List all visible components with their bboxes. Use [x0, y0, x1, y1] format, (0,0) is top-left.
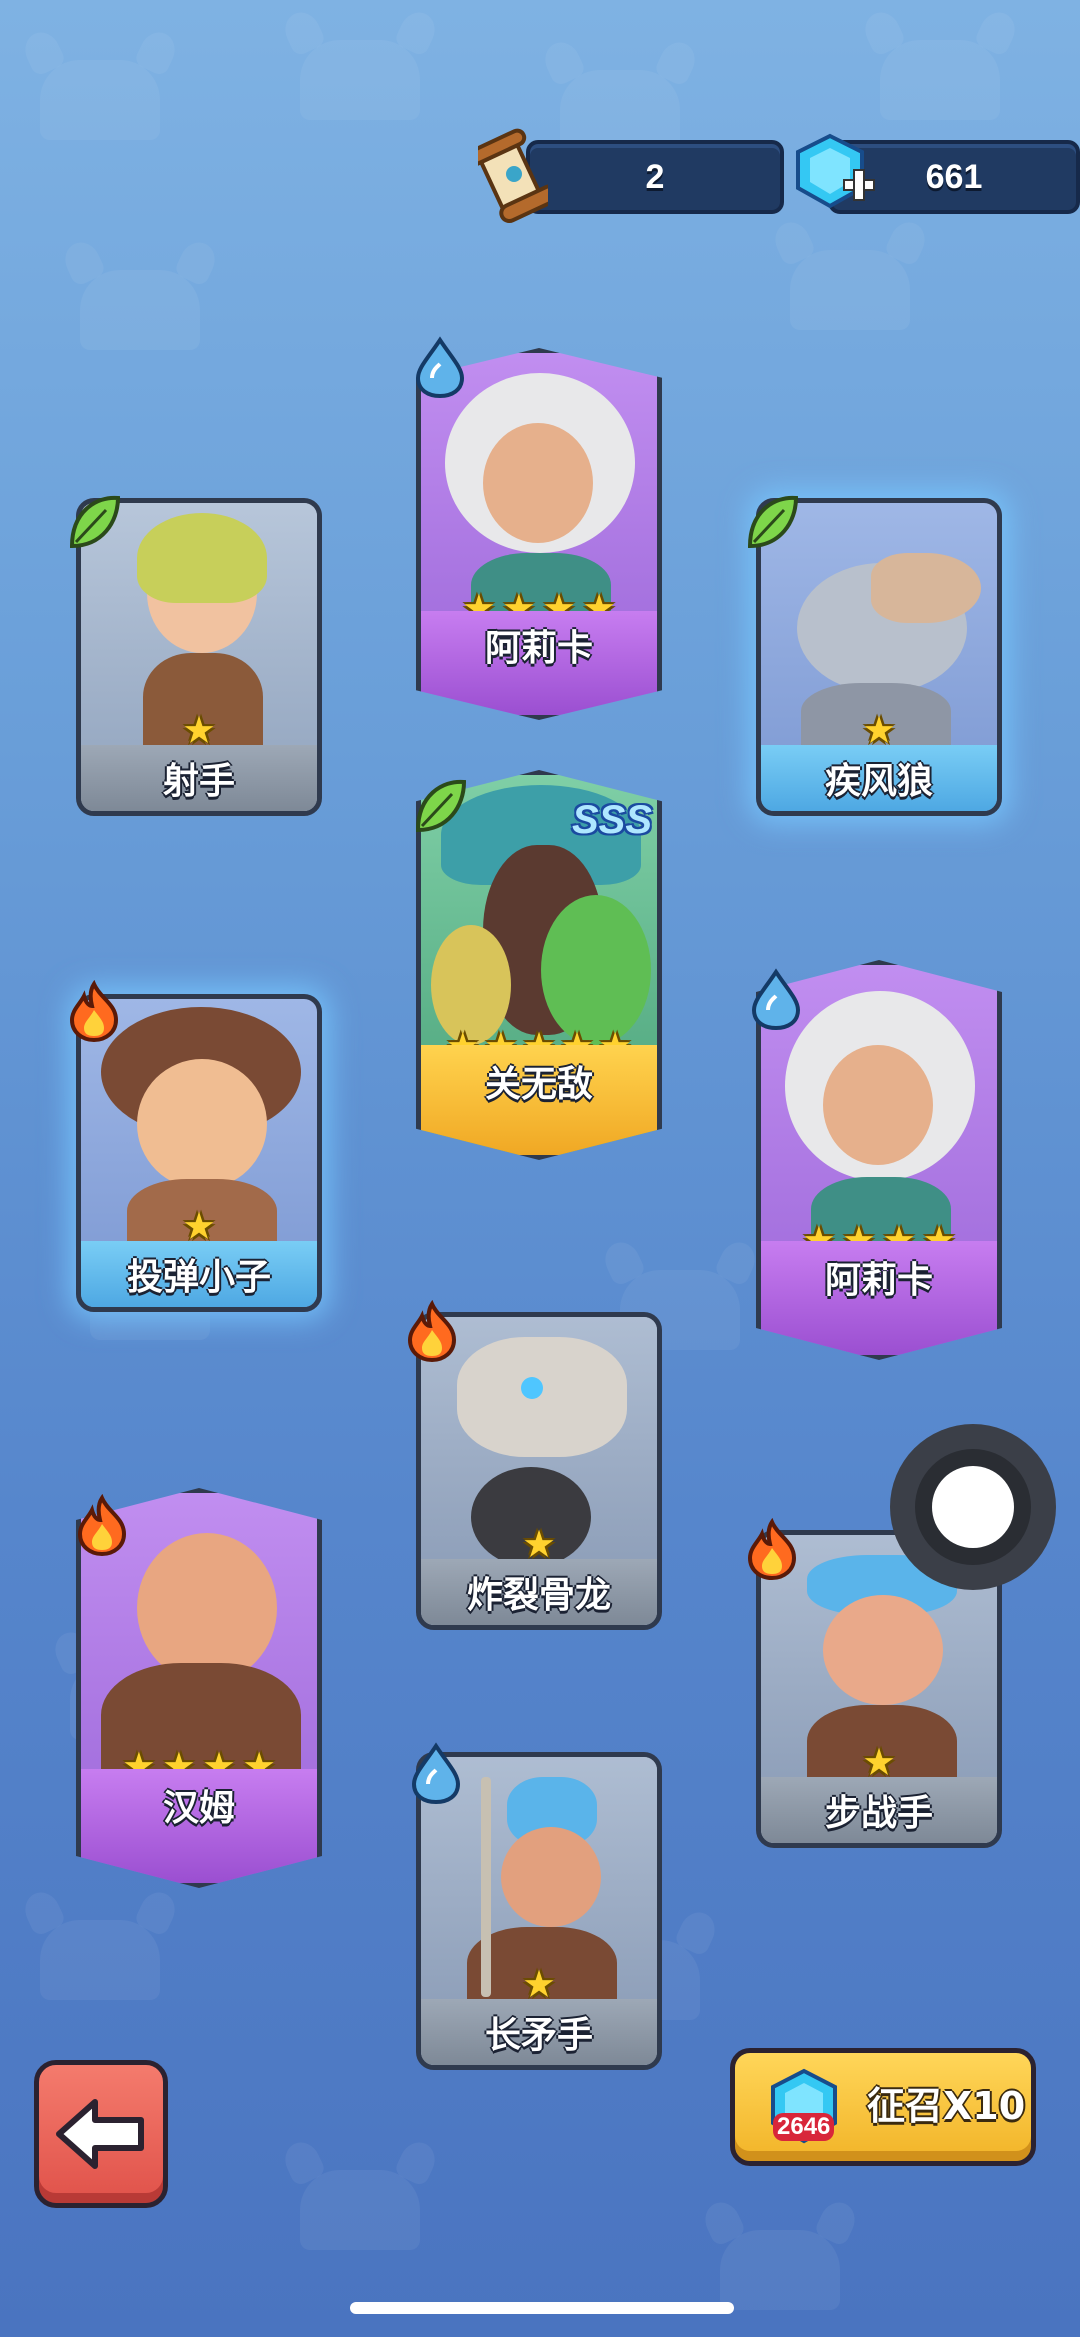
hero-name: 阿莉卡: [484, 628, 593, 669]
star-icon: ★: [181, 1204, 217, 1248]
hero-name: 步战手: [824, 1793, 933, 1834]
hero-name: 射手: [162, 761, 235, 802]
back-button[interactable]: [34, 2060, 168, 2208]
fire-icon: [77, 1494, 127, 1556]
hero-name: 长矛手: [484, 2015, 593, 2056]
leaf-icon: [747, 495, 799, 549]
arrow-left-icon: [56, 2099, 144, 2169]
star-icon: ★: [861, 1740, 897, 1784]
home-indicator[interactable]: [350, 2302, 734, 2314]
water-drop-icon: [751, 968, 801, 1030]
leaf-icon: [415, 779, 467, 833]
fire-icon: [747, 1518, 797, 1580]
summon-label: 征召X10: [867, 2084, 1026, 2128]
star-icon: ★: [861, 708, 897, 752]
hero-card-alika-top[interactable]: ★ ★ ★ ★ 阿莉卡: [416, 348, 662, 720]
scroll-count: 2: [645, 157, 665, 196]
hero-name: 阿莉卡: [824, 1260, 933, 1301]
hero-name: 汉姆: [162, 1788, 235, 1829]
water-drop-icon: [411, 1742, 461, 1804]
fire-icon: [69, 980, 119, 1042]
scroll-counter: 2: [526, 140, 784, 214]
star-icon: ★: [521, 1962, 557, 2006]
summon-cost: 2646: [773, 2113, 835, 2141]
water-drop-icon: [415, 336, 465, 398]
fire-icon: [407, 1300, 457, 1362]
leaf-icon: [69, 495, 121, 549]
hero-name: 关无敌: [484, 1064, 593, 1105]
rank-badge: SSS: [572, 798, 653, 842]
gem-plus-icon[interactable]: [792, 132, 876, 216]
hero-name: 疾风狼: [824, 761, 933, 802]
summon-x10-button[interactable]: 2646 征召X10: [730, 2048, 1036, 2166]
hero-name: 投弹小子: [126, 1257, 271, 1298]
gem-count: 661: [925, 157, 983, 196]
star-icon: ★: [181, 708, 217, 752]
hero-name: 炸裂骨龙: [466, 1575, 611, 1616]
star-icon: ★: [521, 1522, 557, 1566]
assistive-touch-button[interactable]: [890, 1424, 1056, 1590]
scroll-icon: [478, 128, 548, 224]
